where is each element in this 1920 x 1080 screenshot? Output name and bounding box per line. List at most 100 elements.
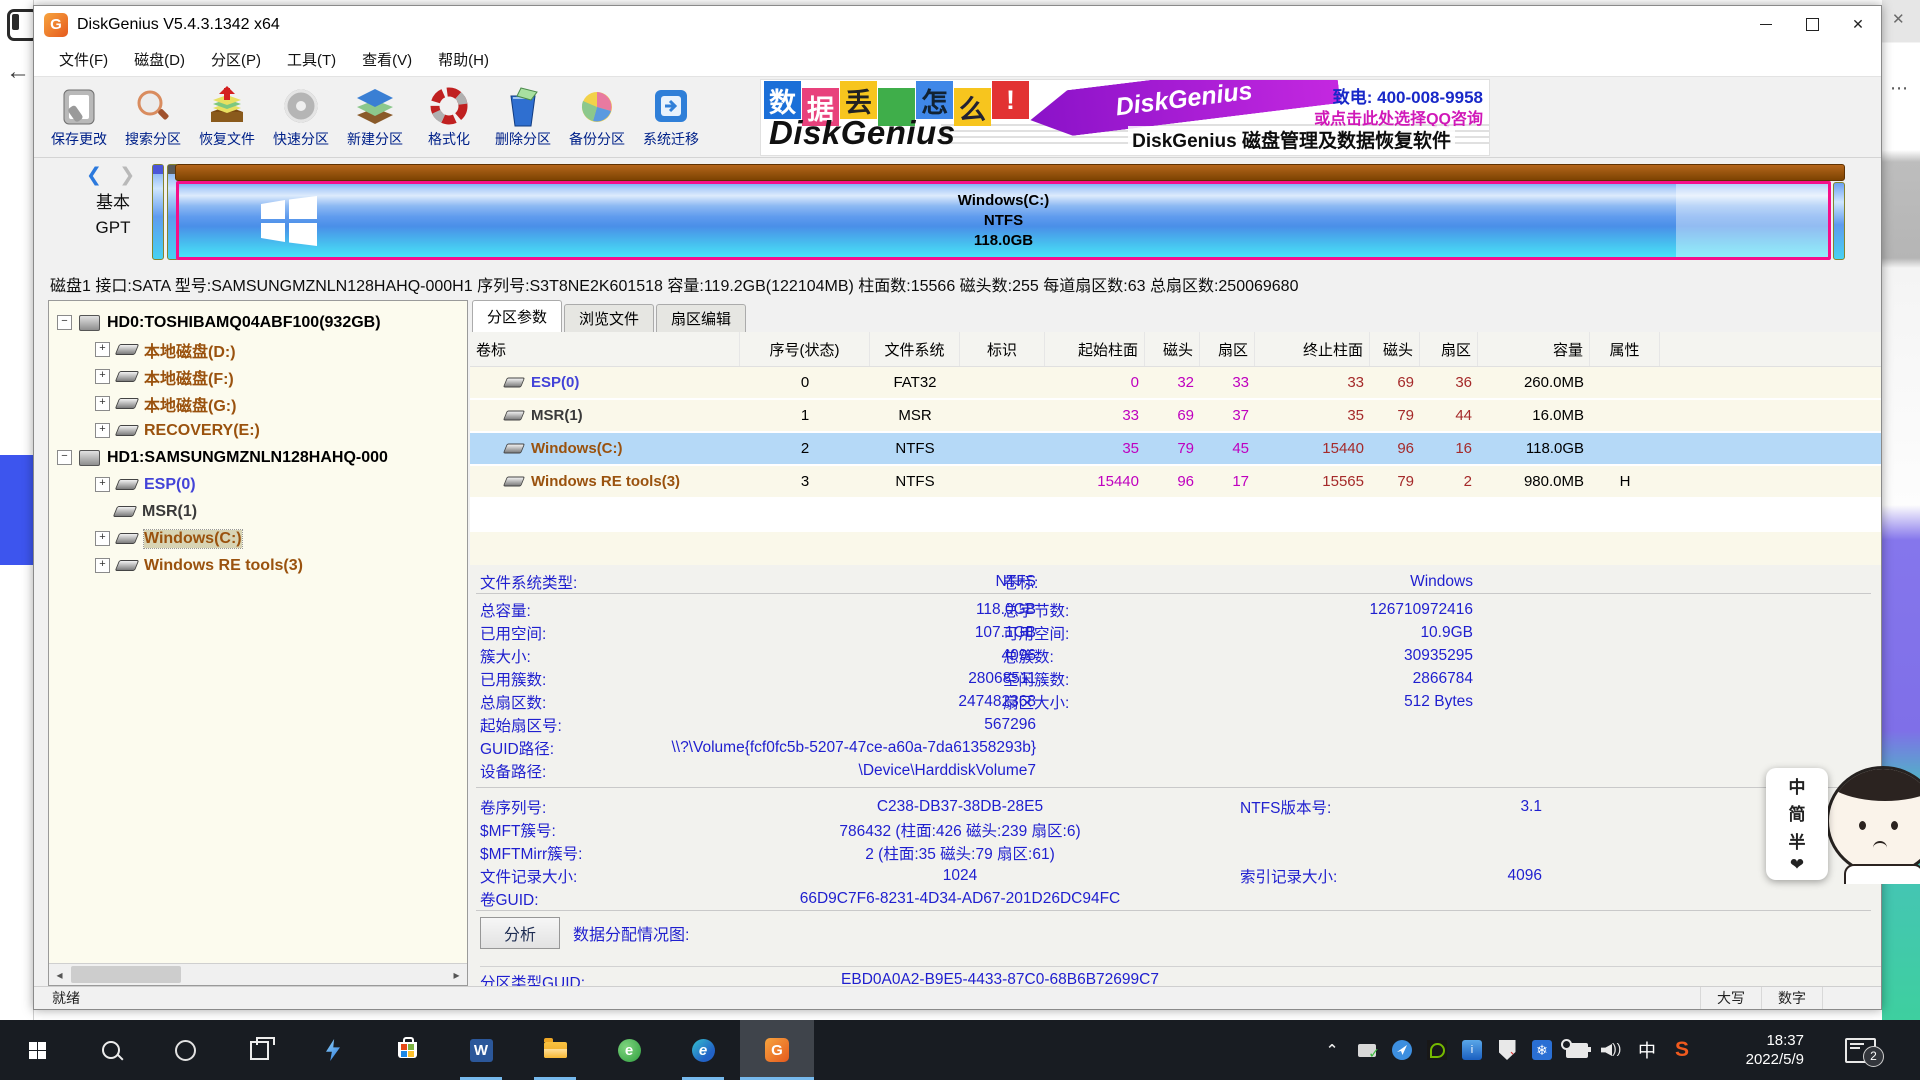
table-header: 卷标 序号(状态) 文件系统 标识 起始柱面 磁头 扇区 终止柱面 磁头 扇区 …	[470, 332, 1881, 367]
word-icon: W	[470, 1039, 493, 1062]
taskbar-explorer[interactable]	[518, 1020, 592, 1080]
task-view-button[interactable]	[222, 1020, 296, 1080]
taskbar-browser-green[interactable]: e	[592, 1020, 666, 1080]
taskbar-store[interactable]	[370, 1020, 444, 1080]
tray-power-icon[interactable]	[1566, 1039, 1588, 1061]
partition-bar-windows-c[interactable]: Windows(C:) NTFS 118.0GB	[176, 181, 1831, 260]
menu-file[interactable]: 文件(F)	[46, 49, 121, 70]
partition-icon	[115, 479, 139, 490]
taskbar-search[interactable]	[74, 1020, 148, 1080]
tree-item-local-d[interactable]: 本地磁盘(D:)	[49, 336, 467, 363]
start-button[interactable]	[0, 1020, 74, 1080]
scroll-left-arrow-icon[interactable]	[49, 965, 70, 985]
ime-simplified[interactable]: 简	[1789, 800, 1806, 825]
partition-bar-re-tools[interactable]	[1833, 182, 1845, 260]
ad-banner[interactable]: 数 据 丢 怎 么 ! DiskGenius DiskGenius 致电: 40…	[760, 79, 1490, 156]
expand-icon[interactable]	[95, 369, 110, 384]
menu-view[interactable]: 查看(V)	[349, 49, 425, 70]
menu-tools[interactable]: 工具(T)	[274, 49, 349, 70]
mft-cluster-value: 786432 (柱面:426 磁头:239 扇区:6)	[680, 819, 1240, 841]
tree-item-windows-re[interactable]: Windows RE tools(3)	[49, 552, 467, 579]
tray-expand-icon[interactable]: ⌃	[1321, 1039, 1343, 1061]
menu-disk[interactable]: 磁盘(D)	[121, 49, 198, 70]
collapse-icon[interactable]	[57, 450, 72, 465]
taskbar-clock[interactable]: 18:37 2022/5/9	[1720, 1031, 1804, 1069]
taskbar-diskgenius[interactable]: G	[740, 1020, 814, 1080]
empty-row	[470, 499, 1881, 532]
sticker-eye	[1859, 821, 1866, 830]
expand-icon[interactable]	[95, 396, 110, 411]
tray-intel-graphics-icon[interactable]: i	[1461, 1039, 1483, 1061]
action-center-icon[interactable]: 2	[1845, 1038, 1876, 1063]
tree-item-local-f[interactable]: 本地磁盘(F:)	[49, 363, 467, 390]
tree-item-esp[interactable]: ESP(0)	[49, 471, 467, 498]
tray-printer-icon[interactable]	[1356, 1039, 1378, 1061]
banner-brand: DiskGenius	[769, 114, 956, 152]
table-row-windows-c[interactable]: Windows(C:) 2 NTFS 35 79 45 15440 96 16 …	[470, 433, 1881, 466]
backup-partition-button[interactable]: 备份分区	[560, 77, 634, 157]
scrollbar-thumb[interactable]	[71, 966, 181, 983]
tray-snowflake-icon[interactable]: ❄	[1531, 1039, 1553, 1061]
delete-partition-button[interactable]: 删除分区	[486, 77, 560, 157]
windows-start-icon	[29, 1042, 46, 1059]
close-button[interactable]	[1835, 6, 1881, 43]
expand-icon[interactable]	[95, 342, 110, 357]
tree-item-hd0[interactable]: HD0:TOSHIBAMQ04ABF100(932GB)	[49, 309, 467, 336]
menu-help[interactable]: 帮助(H)	[425, 49, 502, 70]
tray-security-shield-icon[interactable]	[1496, 1039, 1518, 1061]
fs-type-value: NTFS	[680, 573, 1036, 591]
analyze-button[interactable]: 分析	[480, 917, 560, 949]
expand-icon[interactable]	[95, 558, 110, 573]
tray-volume-icon[interactable]: ))	[1601, 1039, 1623, 1061]
tree-item-windows-c[interactable]: Windows(C:)	[49, 525, 467, 552]
taskbar-edge[interactable]: e	[666, 1020, 740, 1080]
format-button[interactable]: 格式化	[412, 77, 486, 157]
taskbar-word[interactable]: W	[444, 1020, 518, 1080]
ntfs-version-value: 3.1	[1410, 798, 1542, 816]
table-row-windows-re[interactable]: Windows RE tools(3) 3 NTFS 15440 96 17 1…	[470, 466, 1881, 499]
prev-disk-arrow-icon[interactable]	[86, 165, 108, 186]
heart-icon[interactable]: ❤	[1790, 855, 1804, 875]
next-disk-arrow-icon[interactable]	[119, 165, 141, 186]
tree-horizontal-scrollbar[interactable]	[49, 963, 467, 985]
ime-halfwidth[interactable]: 半	[1789, 828, 1806, 853]
tree-item-hd1[interactable]: HD1:SAMSUNGMZNLN128HAHQ-000	[49, 444, 467, 471]
disk-info-line: 磁盘1 接口:SATA 型号:SAMSUNGMZNLN128HAHQ-000H1…	[34, 268, 1881, 300]
minimize-button[interactable]	[1743, 6, 1789, 43]
ime-lang[interactable]: 中	[1789, 773, 1806, 798]
tray-messenger-icon[interactable]	[1391, 1039, 1413, 1061]
collapse-icon[interactable]	[57, 315, 72, 330]
expand-icon[interactable]	[95, 531, 110, 546]
system-migrate-button[interactable]: 系统迁移	[634, 77, 708, 157]
tree-item-recovery-e[interactable]: RECOVERY(E:)	[49, 417, 467, 444]
search-partition-button[interactable]: 搜索分区	[116, 77, 190, 157]
partition-bar-esp[interactable]	[152, 164, 164, 260]
taskbar-app-flash[interactable]	[296, 1020, 370, 1080]
tree-item-local-g[interactable]: 本地磁盘(G:)	[49, 390, 467, 417]
partition-table: 卷标 序号(状态) 文件系统 标识 起始柱面 磁头 扇区 终止柱面 磁头 扇区 …	[470, 332, 1881, 565]
tray-nvidia-icon[interactable]	[1426, 1039, 1448, 1061]
expand-icon[interactable]	[95, 477, 110, 492]
table-row-msr[interactable]: MSR(1) 1 MSR 33 69 37 35 79 44 16.0MB	[470, 400, 1881, 433]
tab-browse-files[interactable]: 浏览文件	[564, 304, 654, 332]
scroll-right-arrow-icon[interactable]	[446, 965, 467, 985]
new-partition-button[interactable]: 新建分区	[338, 77, 412, 157]
tray-ime-indicator[interactable]: 中	[1636, 1039, 1658, 1061]
expand-icon[interactable]	[95, 423, 110, 438]
details-left-rows: 总容量:118.0GB 已用空间:107.1GB 簇大小:4096 已用簇数:2…	[480, 598, 1036, 782]
quick-partition-button[interactable]: 快速分区	[264, 77, 338, 157]
tab-sector-edit[interactable]: 扇区编辑	[656, 304, 746, 332]
menu-partition[interactable]: 分区(P)	[198, 49, 274, 70]
volume-serial-value: C238-DB37-38DB-28E5	[680, 798, 1240, 816]
taskbar-cortana[interactable]	[148, 1020, 222, 1080]
tree-item-msr[interactable]: MSR(1)	[49, 498, 467, 525]
tray-sogou-icon[interactable]: S	[1671, 1039, 1693, 1061]
details-right-column: 卷标:Windows	[1003, 570, 1473, 593]
disk-graph-panel: 基本 GPT Windows(C:) NTFS 118.0GB	[34, 158, 1881, 268]
maximize-button[interactable]	[1789, 6, 1835, 43]
table-row-esp[interactable]: ESP(0) 0 FAT32 0 32 33 33 69 36 260.0MB	[470, 367, 1881, 400]
recover-files-button[interactable]: 恢复文件	[190, 77, 264, 157]
tab-partition-params[interactable]: 分区参数	[472, 300, 562, 332]
save-changes-button[interactable]: 保存更改	[42, 77, 116, 157]
ime-toolbar[interactable]: 中 简 半 ❤	[1766, 768, 1828, 880]
